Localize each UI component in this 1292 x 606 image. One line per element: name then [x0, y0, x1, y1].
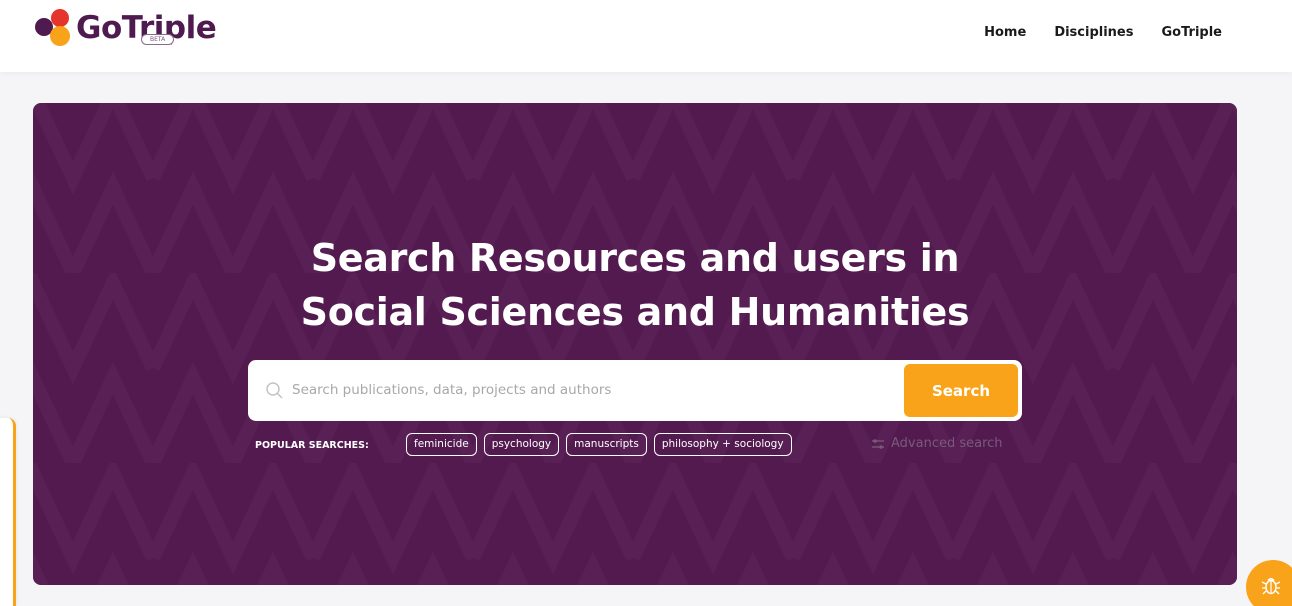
search-box: Search — [248, 360, 1022, 421]
popular-tag-philosophy-sociology[interactable]: philosophy + sociology — [653, 433, 792, 456]
report-bug-button[interactable] — [1246, 560, 1292, 606]
hero-title-line1: Search Resources and users in — [310, 236, 960, 280]
popular-tags: feminicide psychology manuscripts philos… — [406, 433, 792, 456]
side-panel-tab[interactable] — [0, 418, 16, 606]
main-nav: Home Disciplines GoTriple — [984, 25, 1222, 40]
beta-badge: BETA — [141, 34, 175, 45]
bug-icon — [1261, 578, 1281, 595]
hero-title-line2: Social Sciences and Humanities — [300, 290, 970, 334]
triangle-pattern — [33, 103, 1237, 585]
popular-searches-label: POPULAR SEARCHES: — [255, 440, 369, 451]
search-icon — [266, 382, 283, 399]
popular-tag-psychology[interactable]: psychology — [483, 433, 560, 456]
popular-tag-manuscripts[interactable]: manuscripts — [566, 433, 647, 456]
top-header: GoTriple BETA Home Disciplines GoTriple — [0, 0, 1292, 72]
hero-banner: Search Resources and users in Social Sci… — [33, 103, 1237, 585]
advanced-search-link[interactable]: Advanced search — [871, 436, 1003, 451]
nav-disciplines[interactable]: Disciplines — [1054, 25, 1133, 40]
search-input[interactable] — [292, 372, 892, 408]
popular-tag-feminicide[interactable]: feminicide — [406, 433, 477, 456]
nav-home[interactable]: Home — [984, 25, 1026, 40]
logo-mark-icon — [35, 9, 70, 46]
advanced-search-label: Advanced search — [891, 436, 1003, 451]
nav-gotriple[interactable]: GoTriple — [1162, 25, 1223, 40]
hero-title: Search Resources and users in Social Sci… — [33, 231, 1237, 339]
gotriple-logo[interactable]: GoTriple — [32, 8, 217, 56]
search-button[interactable]: Search — [904, 364, 1018, 417]
sliders-icon — [872, 438, 884, 449]
